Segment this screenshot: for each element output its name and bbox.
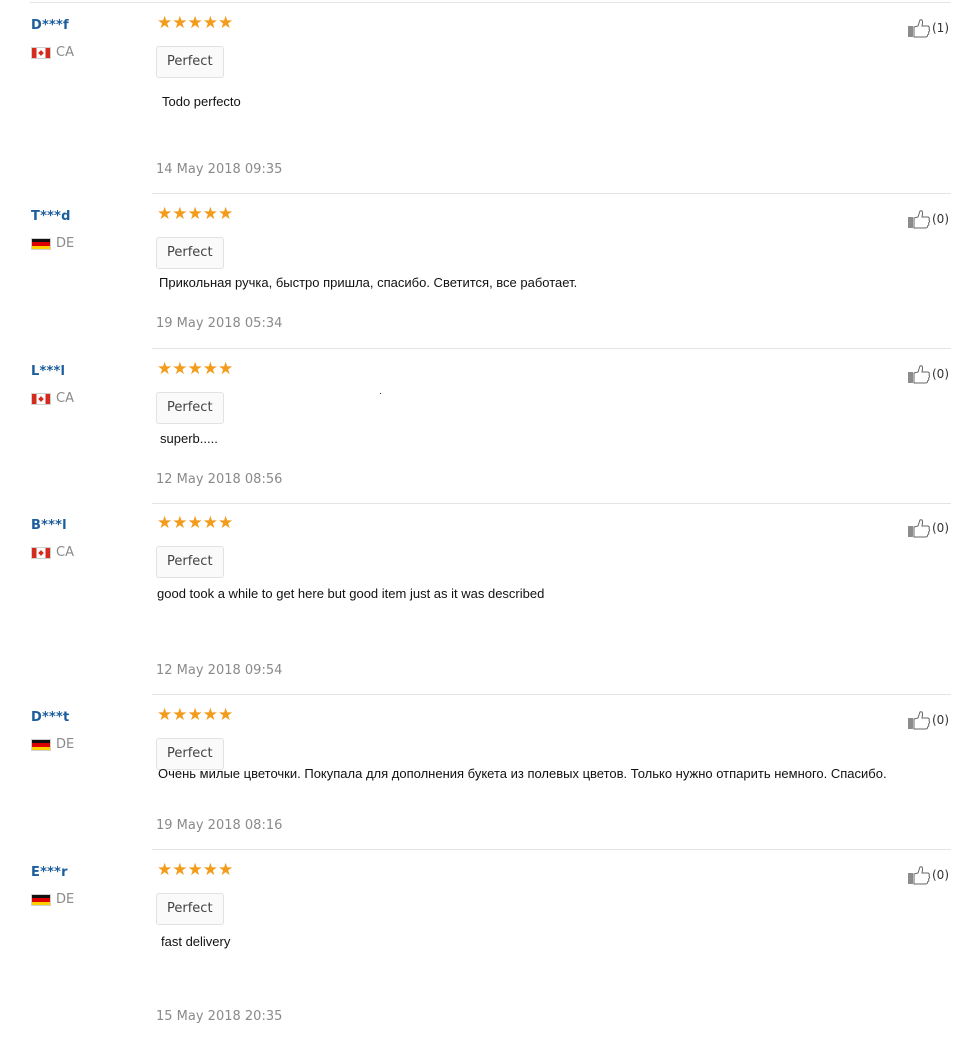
review-item: B***l CA ★★★★★ Perfect good took a while… xyxy=(0,514,977,695)
reviewer-name: T***d xyxy=(31,209,71,224)
helpful-count: (0) xyxy=(932,521,949,535)
review-divider xyxy=(152,193,951,194)
country-code: DE xyxy=(56,892,75,907)
review-date: 12 May 2018 08:56 xyxy=(156,472,283,487)
reviewer-name: B***l xyxy=(31,518,67,533)
review-text: Todo perfecto xyxy=(162,94,241,109)
review-tag: Perfect xyxy=(156,237,224,269)
review-item: D***f CA ★★★★★ Perfect Todo perfecto 14 … xyxy=(0,14,977,194)
star-rating: ★★★★★ xyxy=(157,706,233,724)
thumbs-up-icon xyxy=(908,19,931,38)
reviewer-name: D***f xyxy=(31,18,69,33)
helpful-button[interactable]: (0) xyxy=(907,364,949,384)
review-item: T***d DE ★★★★★ Perfect Прикольная ручка,… xyxy=(0,205,977,349)
review-item: L***l CA ★★★★★ Perfect superb..... 12 Ma… xyxy=(0,360,977,504)
reviewer-name: D***t xyxy=(31,710,70,725)
review-item: E***r DE ★★★★★ Perfect fast delivery 15 … xyxy=(0,861,977,1039)
star-icon: ★★★★★ xyxy=(157,705,234,725)
star-rating: ★★★★★ xyxy=(157,360,233,378)
review-text: Очень милые цветочки. Покупала для допол… xyxy=(158,766,887,781)
reviewer-country: CA xyxy=(31,45,74,60)
star-rating: ★★★★★ xyxy=(157,14,233,32)
star-icon: ★★★★★ xyxy=(157,860,234,880)
review-date: 12 May 2018 09:54 xyxy=(156,663,283,678)
review-divider xyxy=(152,348,951,349)
review-text: fast delivery xyxy=(161,934,231,949)
reviewer-name: E***r xyxy=(31,865,68,880)
thumbs-up-icon xyxy=(908,711,931,730)
reviewer-country: DE xyxy=(31,236,74,251)
top-divider xyxy=(30,2,951,3)
review-tag: Perfect xyxy=(156,893,224,925)
review-divider xyxy=(152,503,951,504)
review-text: superb..... xyxy=(160,431,218,446)
germany-flag-icon xyxy=(31,237,51,250)
reviewer-country: CA xyxy=(31,545,74,560)
canada-flag-icon xyxy=(31,46,51,59)
helpful-count: (0) xyxy=(932,713,949,727)
review-tag: Perfect xyxy=(156,46,224,78)
review-tag: Perfect xyxy=(156,392,224,424)
canada-flag-icon xyxy=(31,546,51,559)
thumbs-up-icon xyxy=(908,519,931,538)
review-item: D***t DE ★★★★★ Perfect Очень милые цвето… xyxy=(0,706,977,850)
review-tag: Perfect xyxy=(156,546,224,578)
country-code: CA xyxy=(56,391,74,406)
helpful-count: (0) xyxy=(932,212,949,226)
helpful-button[interactable]: (1) xyxy=(907,18,949,38)
review-text: Прикольная ручка, быстро пришла, спасибо… xyxy=(159,275,578,290)
reviewer-country: DE xyxy=(31,737,74,752)
canada-flag-icon xyxy=(31,392,51,405)
country-code: CA xyxy=(56,545,74,560)
reviewer-country: CA xyxy=(31,391,74,406)
star-icon: ★★★★★ xyxy=(157,204,234,224)
review-divider xyxy=(152,849,951,850)
star-icon: ★★★★★ xyxy=(157,359,234,379)
helpful-count: (0) xyxy=(932,367,949,381)
helpful-button[interactable]: (0) xyxy=(907,209,949,229)
star-icon: ★★★★★ xyxy=(157,13,234,33)
review-date: 19 May 2018 08:16 xyxy=(156,818,283,833)
review-text: good took a while to get here but good i… xyxy=(157,586,545,601)
helpful-count: (0) xyxy=(932,868,949,882)
germany-flag-icon xyxy=(31,893,51,906)
reviewer-country: DE xyxy=(31,892,74,907)
germany-flag-icon xyxy=(31,738,51,751)
star-rating: ★★★★★ xyxy=(157,205,233,223)
country-code: CA xyxy=(56,45,74,60)
thumbs-up-icon xyxy=(908,866,931,885)
thumbs-up-icon xyxy=(908,210,931,229)
helpful-button[interactable]: (0) xyxy=(907,518,949,538)
thumbs-up-icon xyxy=(908,365,931,384)
stray-dot xyxy=(380,393,381,394)
review-date: 19 May 2018 05:34 xyxy=(156,316,283,331)
star-rating: ★★★★★ xyxy=(157,861,233,879)
star-icon: ★★★★★ xyxy=(157,513,234,533)
country-code: DE xyxy=(56,737,75,752)
helpful-button[interactable]: (0) xyxy=(907,865,949,885)
review-date: 14 May 2018 09:35 xyxy=(156,162,283,177)
review-divider xyxy=(152,694,951,695)
reviewer-name: L***l xyxy=(31,364,66,379)
review-date: 15 May 2018 20:35 xyxy=(156,1009,283,1024)
helpful-button[interactable]: (0) xyxy=(907,710,949,730)
country-code: DE xyxy=(56,236,75,251)
helpful-count: (1) xyxy=(932,21,949,35)
star-rating: ★★★★★ xyxy=(157,514,233,532)
